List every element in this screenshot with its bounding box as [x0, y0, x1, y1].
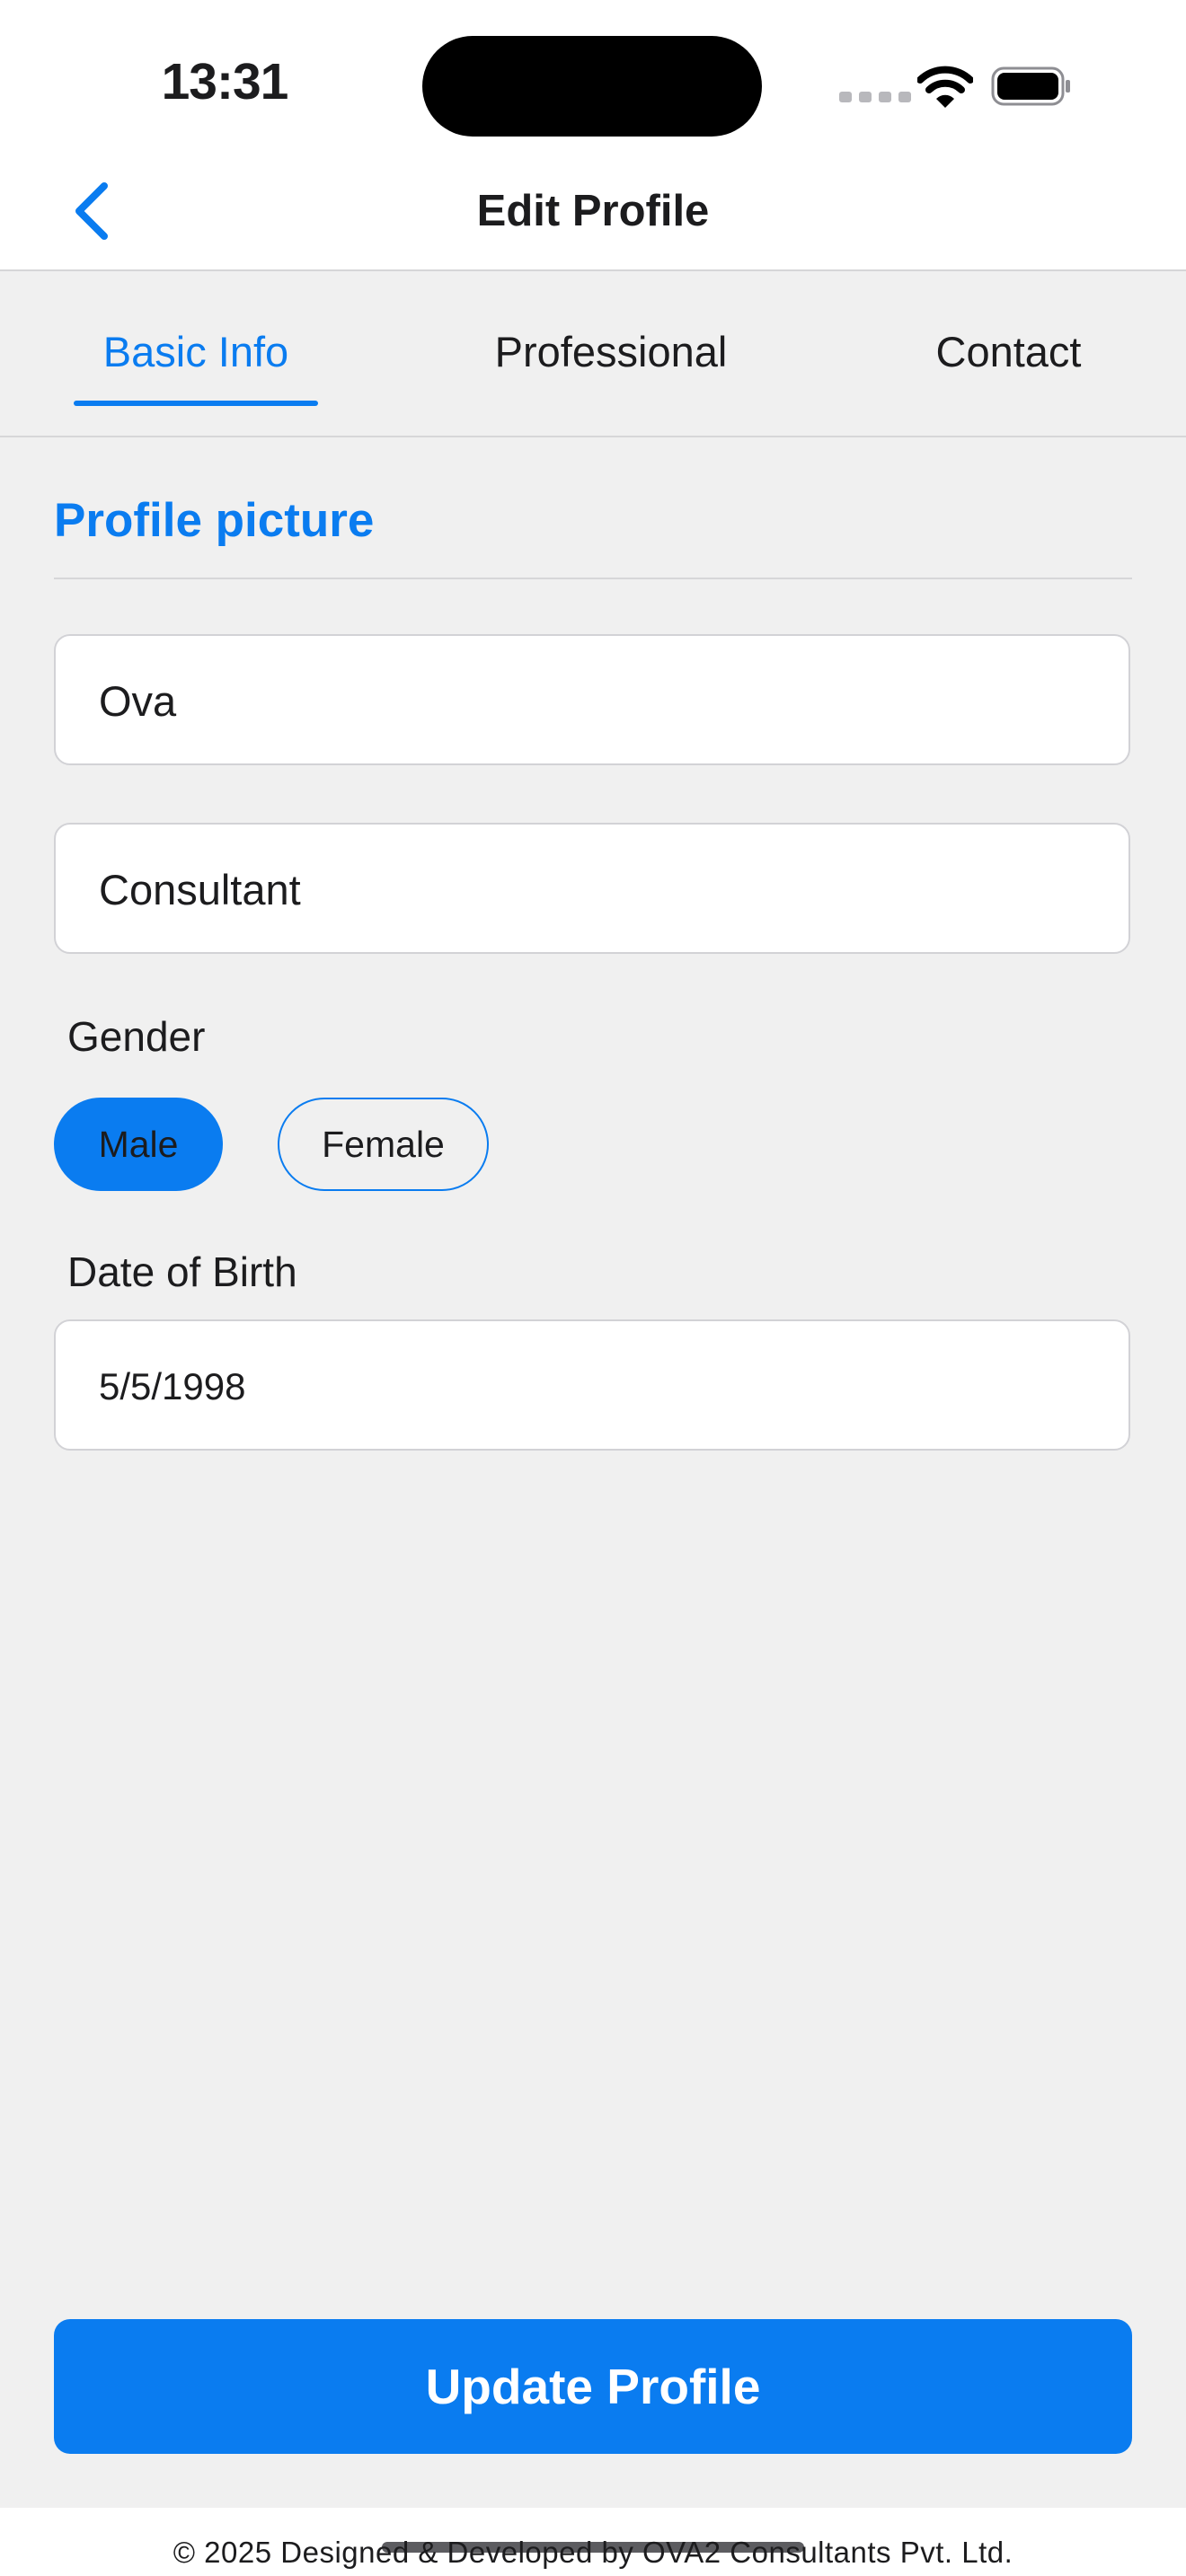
date-of-birth-label: Date of Birth [67, 1248, 297, 1295]
wifi-icon [916, 65, 974, 110]
back-button[interactable] [63, 175, 126, 247]
battery-icon [991, 66, 1072, 106]
title-field[interactable]: Consultant [54, 823, 1130, 954]
date-of-birth-field[interactable]: 5/5/1998 [54, 1319, 1130, 1451]
date-of-birth-value: 5/5/1998 [99, 1365, 246, 1407]
tab-contact[interactable]: Contact [898, 325, 1119, 379]
gender-option-male[interactable]: Male [54, 1098, 223, 1191]
dynamic-island [422, 36, 762, 137]
status-time: 13:31 [161, 53, 289, 110]
profile-picture-link[interactable]: Profile picture [54, 492, 374, 550]
name-field-value: Ova [99, 677, 177, 725]
gender-label: Gender [67, 1013, 206, 1060]
page-title: Edit Profile [476, 187, 710, 235]
footer-copyright: © 2025 Designed & Developed by OVA2 Cons… [173, 2536, 1013, 2569]
active-tab-indicator [74, 401, 318, 406]
name-field[interactable]: Ova [54, 634, 1130, 765]
update-profile-button[interactable]: Update Profile [54, 2319, 1132, 2454]
title-field-value: Consultant [99, 866, 301, 913]
divider [54, 578, 1132, 579]
cellular-signal-icon [839, 92, 911, 104]
tab-basic-info[interactable]: Basic Info [74, 325, 318, 379]
gender-option-female[interactable]: Female [278, 1098, 489, 1191]
chevron-left-icon [75, 182, 108, 240]
tab-professional[interactable]: Professional [467, 325, 755, 379]
